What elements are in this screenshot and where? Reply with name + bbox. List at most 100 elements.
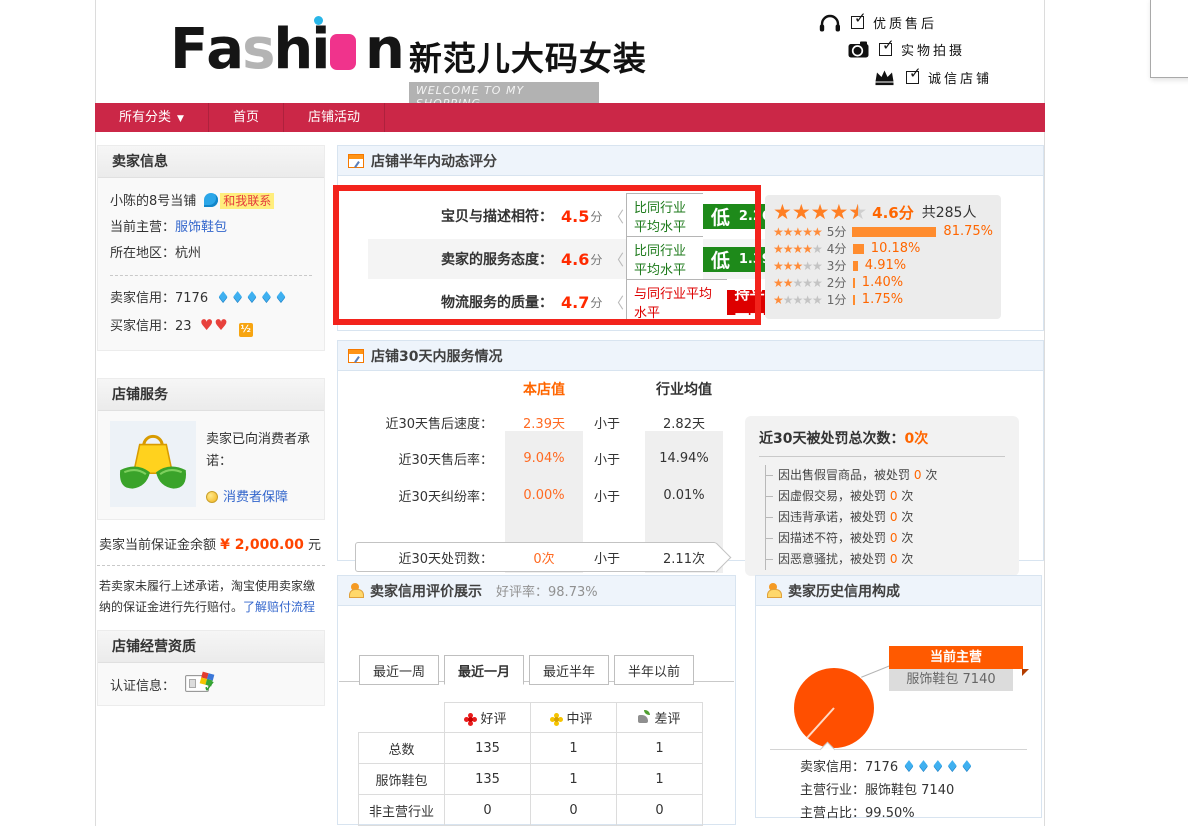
diamond-icon: ♦ [274,288,287,306]
shop-title: 新范儿大码女装 [409,32,647,80]
shop-panel-icon [348,154,364,168]
col-bad: 差评 [617,703,703,733]
chevron-down-icon: ▼ [177,114,184,124]
annotation-red-box [333,185,761,325]
rating-summary-box: 4.6分 共285人 ★★★★★ 5分 81.75% ★★★★★ 4分 10.1… [765,195,1001,319]
service30-panel-title: 店铺30天内服务情况 [371,346,502,366]
rating-bar [853,244,864,254]
rating-bar-row: ★★★★★ 2分 1.40% [773,274,993,291]
contact-me-button[interactable]: 和我联系 [220,193,274,209]
avg-score: 4.6分 [872,202,914,223]
positive-rate: 98.73% [548,585,598,600]
badge-after-sales: 优质售后 [818,12,937,32]
logo-word: Fashion [170,10,403,90]
service30-row: 近30天纠纷率： 0.00% 小于 0.01% [338,482,738,508]
tab-last-month[interactable]: 最近一月 [444,655,524,685]
red-flower-icon [468,717,473,722]
deposit-row: 卖家当前保证金余额 ¥ 2,000.00 元 [97,520,325,557]
stars-3: ★★★★★ [773,260,822,272]
stars-1: ★★★★★ [773,294,822,306]
dsr-panel-title: 店铺半年内动态评分 [371,151,497,171]
checkbox-icon [879,43,892,56]
diamond-icon: ♦ [902,757,915,775]
heart-icon: ♥ [214,316,227,334]
divider-with-notch [770,749,1027,750]
shop-service-title: 店铺服务 [98,379,324,411]
col-neutral: 中评 [531,703,617,733]
heart-icon: ♥ [200,316,213,334]
crown-icon [873,69,896,86]
stars-5: ★★★★★ [773,226,822,238]
main-category-row: 当前主营：服饰鞋包 [110,215,312,241]
rating-bar [852,227,936,237]
history-credit-panel: 卖家历史信用构成 当前主营 服饰鞋包 7140 卖家信用：7176 ♦♦♦♦♦ … [755,575,1042,818]
floating-widget[interactable] [1150,0,1188,78]
rating-bar [853,278,855,288]
store-col-header: 本店值 [505,379,583,399]
service30-row: 近30天售后速度： 2.39天 小于 2.82天 [338,409,738,435]
nav-shop-activity[interactable]: 店铺活动 [284,103,385,132]
time-range-tabs: 最近一周最近一月最近半年半年以前 [339,654,734,682]
total-neutral-link[interactable]: 1 [531,733,617,764]
badge-honest-shop: 诚信店铺 [873,68,992,87]
service30-panel: 店铺30天内服务情况 本店值 行业均值 近30天售后速度： 2.39天 小于 2… [337,340,1044,561]
buyer-credit-row: 买家信用：23 ♥♥½ [110,312,312,340]
seller-info-box: 卖家信息 小陈的8号当铺和我联系 当前主营：服饰鞋包 所在地区：杭州 卖家信用：… [97,145,325,351]
diamond-icon: ♦ [931,757,944,775]
checkbox-icon [851,16,864,29]
star-icon [829,201,848,223]
diamond-icon: ♦ [245,288,258,306]
total-bad-link[interactable]: 1 [617,733,703,764]
diamond-icon: ♦ [917,757,930,775]
half-credit-icon: ½ [239,323,253,337]
certification-icon[interactable]: ✓ [185,673,219,695]
consumer-guarantee-link[interactable]: 消费者保障 [223,490,288,505]
history-industry-row: 主营行业：服饰鞋包 7140 [800,779,954,798]
service30-row: 近30天售后率： 9.04% 小于 14.94% [338,445,738,471]
main-category-link[interactable]: 服饰鞋包 [175,220,227,235]
qualification-title: 店铺经营资质 [98,631,324,663]
penalty-total: 0次 [904,431,928,447]
sprout-icon [638,715,648,723]
wangwang-icon[interactable] [204,193,218,207]
person-icon [766,583,781,598]
yellow-flower-icon [554,717,559,722]
credit-eval-panel: 卖家信用评价展示 好评率：98.73% 最近一周最近一月最近半年半年以前 好评 … [337,575,736,825]
rating-bar [853,295,855,305]
diamond-icon: ♦ [231,288,244,306]
table-row-total: 总数 135 1 1 [359,733,703,764]
rating-bar-row: ★★★★★ 1分 1.75% [773,291,993,308]
rating-bar-row: ★★★★★ 3分 4.91% [773,257,993,274]
penalty-item: 因出售假冒商品，被处罚 0 次 [766,465,1005,486]
shop-panel-icon [348,349,364,363]
nav-all-categories[interactable]: 所有分类▼ [95,103,209,132]
current-main-ribbon: 当前主营 [889,646,1023,669]
industry-col-header: 行业均值 [645,379,723,399]
consumer-guarantee-image [110,421,196,507]
guarantee-icon [206,491,218,503]
region-row: 所在地区：杭州 [110,241,312,267]
diamond-icon: ♦ [216,288,229,306]
promise-text: 卖家已向消费者承诺： [206,429,312,473]
tab-last-half-year[interactable]: 最近半年 [529,655,609,685]
penalty-item: 因虚假交易，被处罚 0 次 [766,486,1005,507]
nav-home[interactable]: 首页 [209,103,284,132]
tab-before-half-year[interactable]: 半年以前 [614,655,694,685]
divider [97,565,325,566]
camera-icon [848,41,869,58]
star-icon [811,201,830,223]
penalty-summary-box: 近30天被处罚总次数：0次 因出售假冒商品，被处罚 0 次 因虚假交易，被处罚 … [745,416,1019,576]
penalty-item: 因违背承诺，被处罚 0 次 [766,507,1005,528]
tab-last-week[interactable]: 最近一周 [359,655,439,685]
checkbox-icon [906,71,919,84]
table-row-main-category: 服饰鞋包 135 1 1 [359,764,703,795]
claim-process-link[interactable]: 了解赔付流程 [243,600,315,614]
total-good-link[interactable]: 135 [445,733,531,764]
table-row-non-main: 非主营行业 0 0 0 [359,795,703,826]
divider [110,275,312,276]
rating-bar-row: ★★★★★ 5分 81.75% [773,223,993,240]
badge-real-photo: 实物拍摄 [848,40,965,59]
seller-credit-row: 卖家信用：7176 ♦♦♦♦♦ [110,284,312,312]
penalty-list: 因出售假冒商品，被处罚 0 次 因虚假交易，被处罚 0 次 因违背承诺，被处罚 … [765,465,1005,570]
stars-2: ★★★★★ [773,277,822,289]
